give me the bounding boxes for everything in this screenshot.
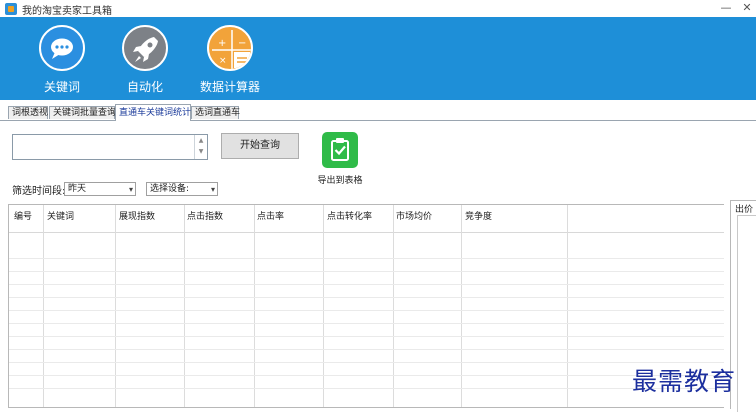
tab-batch-query[interactable]: 关键词批量查询 <box>49 106 116 119</box>
clipboard-check-icon <box>322 132 358 168</box>
chevron-down-icon: ▾ <box>210 185 215 194</box>
ribbon-button-automation[interactable]: 自动化 <box>99 22 189 98</box>
grid-divider <box>184 205 185 407</box>
grid-row-line <box>9 375 724 376</box>
grid-divider <box>254 205 255 407</box>
grid-row-line <box>9 258 724 259</box>
svg-text:×: × <box>219 56 227 66</box>
side-panel-box[interactable] <box>737 215 756 412</box>
tab-ztc-keyword-stats[interactable]: 直通车关键词统计 <box>115 104 191 121</box>
grid-row-line <box>9 349 724 350</box>
ribbon-button-calculator[interactable]: + − × 数据计算器 <box>184 22 274 98</box>
column-header[interactable]: 点击率 <box>257 209 284 222</box>
tab-root-perspective[interactable]: 词根透视 <box>8 106 48 119</box>
column-header[interactable]: 市场均价 <box>396 209 432 222</box>
grid-header: 编号 关键词 展现指数 点击指数 点击率 点击转化率 市场均价 竞争度 <box>9 205 724 233</box>
time-range-select[interactable]: 昨天 ▾ <box>64 182 136 196</box>
side-panel-label: 出价 <box>735 205 754 215</box>
ribbon-label-calculator: 数据计算器 <box>199 80 260 94</box>
watermark: 最需教育 <box>632 367 737 396</box>
minimize-button[interactable]: — <box>716 0 736 17</box>
svg-text:−: − <box>238 38 246 49</box>
grid-divider <box>567 205 568 407</box>
ribbon-toolbar: 关键词 自动化 + − × 数据计算器 <box>0 17 756 100</box>
time-range-label: 筛选时间段: <box>12 186 66 197</box>
device-select[interactable]: 选择设备: ▾ <box>146 182 218 196</box>
grid-row-line <box>9 297 724 298</box>
time-range-value: 昨天 <box>68 184 87 194</box>
export-to-table-button[interactable]: 导出到表格 <box>312 132 368 186</box>
column-header[interactable]: 展现指数 <box>119 209 155 222</box>
grid-divider <box>323 205 324 407</box>
column-header[interactable]: 编号 <box>14 209 32 222</box>
ribbon-label-keywords: 关键词 <box>43 80 80 94</box>
grid-row-line <box>9 310 724 311</box>
svg-text:+: + <box>218 38 226 49</box>
grid-divider <box>43 205 44 407</box>
results-grid[interactable]: 编号 关键词 展现指数 点击指数 点击率 点击转化率 市场均价 竞争度 <box>8 204 724 408</box>
grid-row-line <box>9 388 724 389</box>
grid-divider <box>115 205 116 407</box>
window-title: 我的淘宝卖家工具箱 <box>22 6 112 17</box>
chevron-down-icon: ▾ <box>128 185 133 194</box>
tab-strip: 词根透视 关键词批量查询 直通车关键词统计 选词直通车 <box>0 104 756 121</box>
keyword-input[interactable]: ▲ ▼ <box>12 134 208 160</box>
ribbon-button-keywords[interactable]: 关键词 <box>16 22 106 98</box>
grid-divider <box>393 205 394 407</box>
device-value: 选择设备: <box>150 184 190 194</box>
close-button[interactable]: ✕ <box>737 0 756 17</box>
column-header[interactable]: 关键词 <box>47 209 74 222</box>
column-header[interactable]: 点击转化率 <box>327 209 372 222</box>
app-icon <box>5 3 17 15</box>
chat-bubble-icon <box>39 25 85 71</box>
grid-row-line <box>9 323 724 324</box>
ribbon-label-automation: 自动化 <box>126 80 163 94</box>
rocket-icon <box>122 25 168 71</box>
keyword-input-scroll[interactable]: ▲ ▼ <box>194 135 207 159</box>
grid-row-line <box>9 284 724 285</box>
column-header[interactable]: 点击指数 <box>187 209 223 222</box>
grid-row-line <box>9 362 724 363</box>
title-bar: 我的淘宝卖家工具箱 — ✕ <box>0 0 756 17</box>
calculator-icon: + − × <box>207 25 253 71</box>
column-header[interactable]: 竞争度 <box>465 209 492 222</box>
start-query-button[interactable]: 开始查询 <box>221 133 299 159</box>
tab-ztc-select-words[interactable]: 选词直通车 <box>191 106 240 119</box>
grid-row-line <box>9 271 724 272</box>
export-label: 导出到表格 <box>317 176 363 186</box>
grid-divider <box>461 205 462 407</box>
grid-row-line <box>9 336 724 337</box>
